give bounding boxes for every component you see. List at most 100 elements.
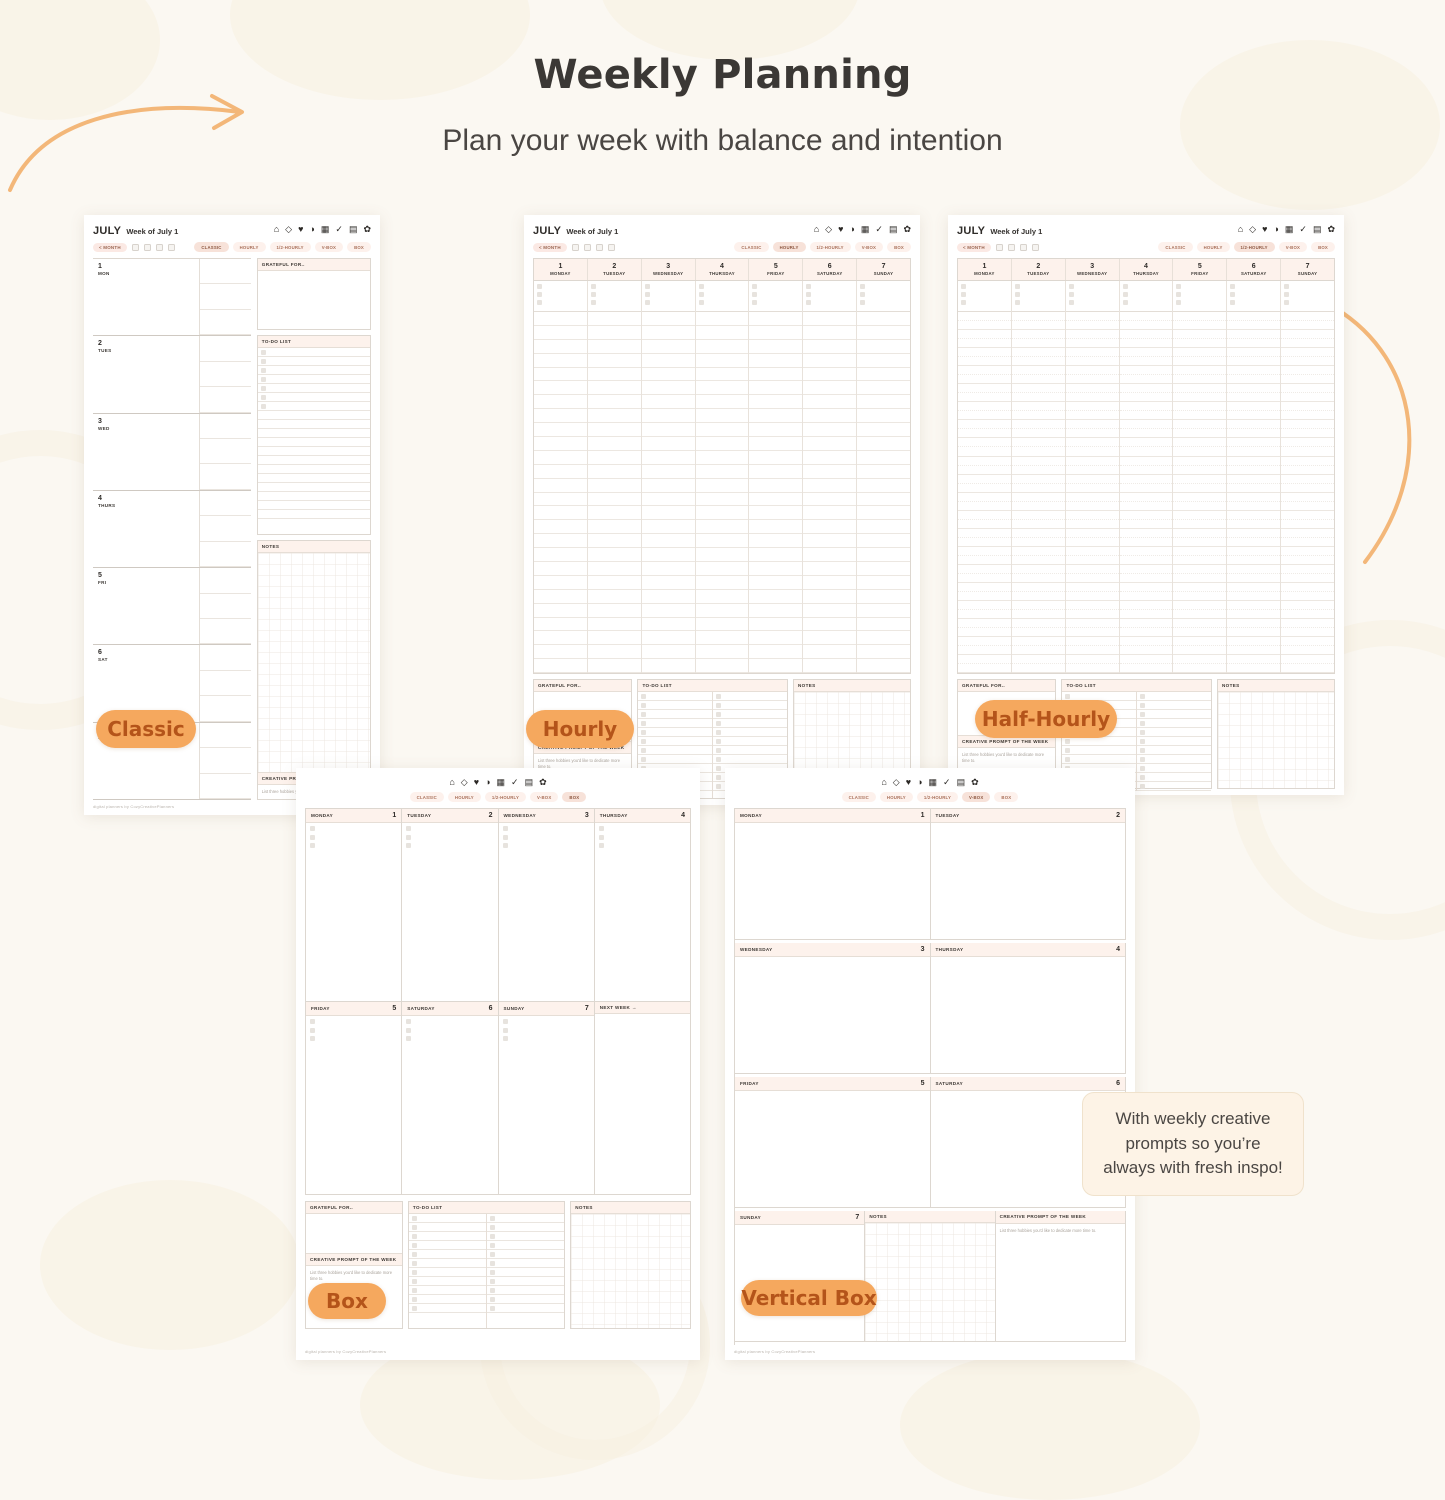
checkbox-icon[interactable] [260,376,266,382]
checkbox-icon[interactable] [490,1233,496,1239]
checkbox-icon[interactable] [260,349,266,355]
todo-row[interactable] [487,1214,565,1223]
note-icon[interactable]: ▤ [525,778,534,787]
check-icon[interactable]: ✓ [875,225,883,234]
todo-row[interactable] [713,728,787,737]
box-day-body[interactable] [595,1014,690,1194]
hour-slots[interactable] [695,312,749,674]
day-cell[interactable]: 4 THURS [93,490,201,568]
day-task-checkboxes[interactable] [857,281,911,312]
todo-row[interactable] [257,510,370,519]
gear-icon[interactable]: ✿ [1327,225,1335,234]
variant-label-half-hourly[interactable]: Half-Hourly [975,700,1117,738]
vertical-box-day-cell[interactable]: FRIDAY 5 [735,1077,931,1208]
check-icon[interactable]: ✓ [1299,225,1307,234]
view-tab-classic[interactable]: CLASSIC [841,792,876,802]
check-icon[interactable]: ✓ [335,225,343,234]
vertical-box-day-cell[interactable]: SUNDAY 7 [735,1211,866,1342]
todo-row[interactable] [1137,692,1211,701]
todo-row[interactable] [257,375,370,384]
section-notes[interactable]: NOTES [865,1211,996,1342]
todo-row[interactable] [408,1214,487,1223]
view-icon-3[interactable] [1019,243,1027,251]
clock-icon[interactable]: ◑ [309,225,314,234]
day-task-checkboxes[interactable] [1281,281,1335,312]
checkbox-icon[interactable] [411,1251,417,1257]
view-tab-1-2-hourly[interactable]: 1/2-HOURLY [269,242,311,252]
day-task-checkboxes[interactable] [695,281,749,312]
section-todo[interactable]: TO-DO LIST [407,1201,566,1329]
checkbox-icon[interactable] [1140,756,1146,762]
checkbox-icon[interactable] [716,711,722,717]
box-day-body[interactable] [931,957,1126,1073]
todo-row[interactable] [487,1268,565,1277]
todo-row[interactable] [257,438,370,447]
day-header-cell[interactable]: 3 WEDNESDAY [642,259,696,280]
day-header-cell[interactable]: 6 SATURDAY [1227,259,1282,280]
hour-slots[interactable] [1119,312,1173,674]
section-notes[interactable]: NOTES [1216,679,1336,789]
todo-row[interactable] [1137,746,1211,755]
view-tab-hourly[interactable]: HOURLY [447,792,481,802]
vertical-box-day-cell[interactable]: WEDNESDAY 3 [735,943,931,1074]
day-write-lines[interactable] [200,259,251,336]
todo-column[interactable] [408,1214,488,1328]
todo-row[interactable] [1137,764,1211,773]
checkbox-icon[interactable] [490,1305,496,1311]
checkbox-icon[interactable] [411,1242,417,1248]
checkbox-icon[interactable] [490,1215,496,1221]
checkbox-icon[interactable] [641,729,647,735]
checkbox-icon[interactable] [1140,747,1146,753]
box-day-body[interactable] [499,823,594,1001]
checkbox-icon[interactable] [641,756,647,762]
view-icon-2[interactable] [143,243,151,251]
view-icon-2[interactable] [583,243,591,251]
todo-row[interactable] [638,755,713,764]
sheet-icon-bar[interactable]: ⌂ ◇ ♥ ◑ ▦ ✓ ▤ ✿ [274,225,371,234]
checkbox-icon[interactable] [411,1296,417,1302]
checkbox-icon[interactable] [1140,765,1146,771]
check-icon[interactable]: ✓ [511,778,519,787]
home-icon[interactable]: ⌂ [449,778,454,787]
checkbox-icon[interactable] [260,385,266,391]
day-write-lines[interactable] [200,414,251,490]
chart-icon[interactable]: ▦ [861,225,870,234]
day-column[interactable] [695,281,750,674]
box-day-body[interactable] [402,823,497,1001]
diamond-icon[interactable]: ◇ [893,778,900,787]
todo-row[interactable] [1137,728,1211,737]
view-tab-box[interactable]: BOX [887,242,911,252]
view-tab-box[interactable]: BOX [562,792,587,802]
note-icon[interactable]: ▤ [1313,225,1322,234]
month-nav-button[interactable]: < MONTH [533,242,567,252]
day-column[interactable] [1065,281,1120,674]
classic-day-row[interactable]: 2 TUES [93,336,251,414]
diamond-icon[interactable]: ◇ [1249,225,1256,234]
checkbox-icon[interactable] [490,1251,496,1257]
clock-icon[interactable]: ◑ [917,778,922,787]
view-tab-classic[interactable]: CLASSIC [194,242,229,252]
month-nav-button[interactable]: < MONTH [957,242,991,252]
checkbox-icon[interactable] [411,1233,417,1239]
view-tab-v-box[interactable]: V-BOX [962,792,991,802]
hour-slots[interactable] [803,312,857,674]
box-day-cell[interactable]: SUNDAY 7 [498,1002,595,1195]
view-tab-box[interactable]: BOX [1311,242,1335,252]
view-icon-4[interactable] [607,243,615,251]
day-cell[interactable]: 2 TUES [93,336,201,413]
todo-row[interactable] [1137,782,1211,791]
view-tab-1-2-hourly[interactable]: 1/2-HOURLY [809,242,851,252]
view-tab-classic[interactable]: CLASSIC [734,242,769,252]
box-day-cell[interactable]: WEDNESDAY 3 [498,809,595,1002]
chart-icon[interactable]: ▦ [929,778,938,787]
todo-row[interactable] [257,402,370,411]
todo-row[interactable] [713,737,787,746]
day-header-cell[interactable]: 1 MONDAY [534,259,588,280]
view-tab-1-2-hourly[interactable]: 1/2-HOURLY [1233,242,1275,252]
todo-row[interactable] [1137,710,1211,719]
todo-row[interactable] [713,701,787,710]
view-icon-4[interactable] [1031,243,1039,251]
clock-icon[interactable]: ◑ [849,225,854,234]
section-creative-prompt[interactable]: CREATIVE PROMPT OF THE WEEK List three ho… [995,1211,1126,1342]
todo-row[interactable] [408,1241,487,1250]
